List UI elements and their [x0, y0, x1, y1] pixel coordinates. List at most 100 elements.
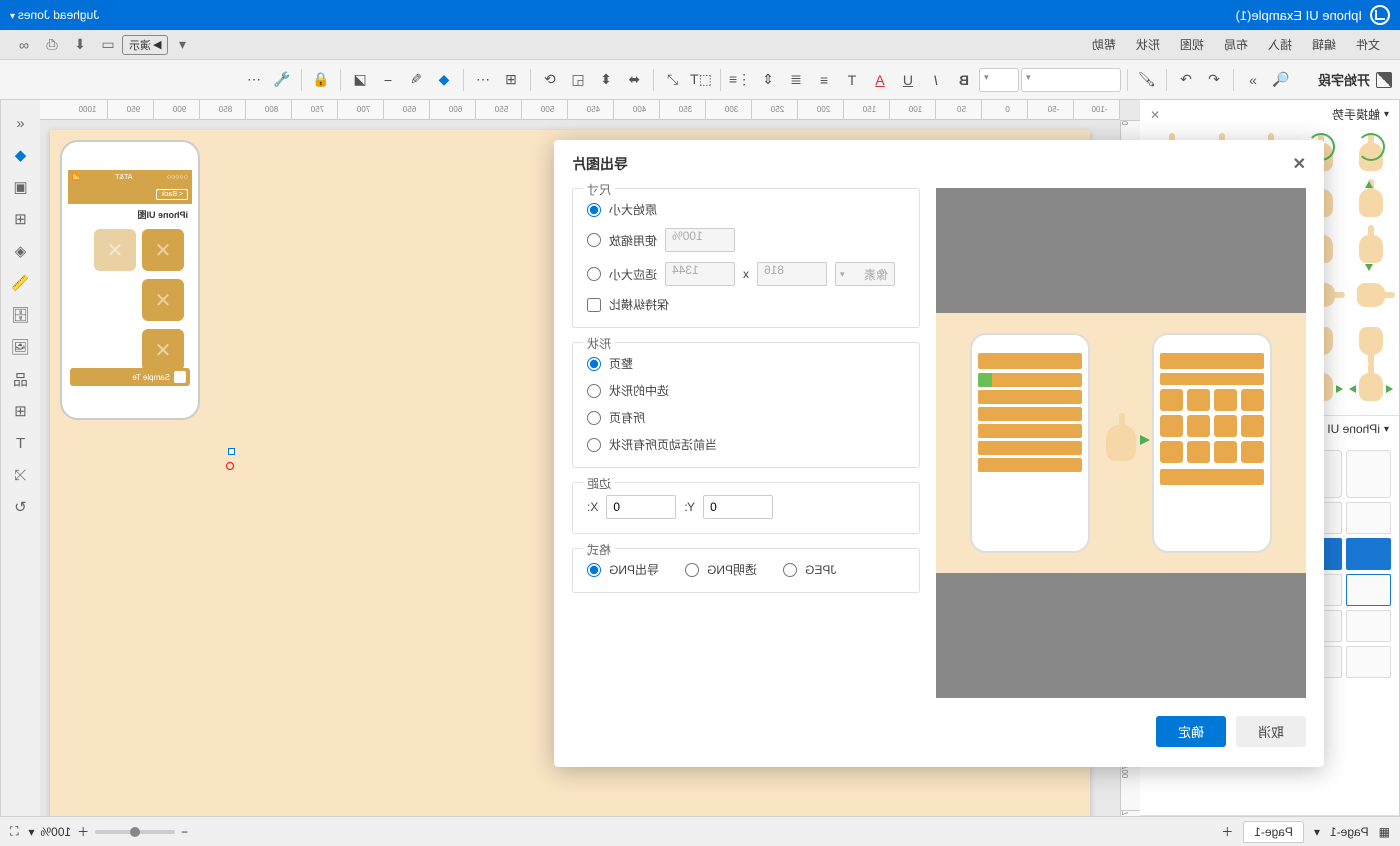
- format-tpng-radio[interactable]: [685, 563, 699, 577]
- format-jpeg-radio[interactable]: [783, 563, 797, 577]
- gesture-point-left[interactable]: [1351, 275, 1391, 315]
- cancel-button[interactable]: 取消: [1236, 716, 1306, 747]
- ui-el-6[interactable]: [1346, 538, 1391, 570]
- collapse-sidebar-icon[interactable]: «: [6, 108, 36, 138]
- range-selected-radio[interactable]: [587, 384, 601, 398]
- presentation-button[interactable]: ▶演示: [122, 35, 168, 55]
- ui-el-11[interactable]: [1346, 574, 1391, 606]
- menu-edit[interactable]: 编辑: [1302, 36, 1346, 53]
- wrench-icon[interactable]: 🔧: [269, 67, 295, 93]
- gesture-point-down[interactable]: [1351, 321, 1391, 361]
- picture-icon[interactable]: 🖼: [6, 332, 36, 362]
- more-icon[interactable]: ⋯: [241, 67, 267, 93]
- menu-shape[interactable]: 形状: [1126, 36, 1170, 53]
- align-vertical-icon[interactable]: ≣: [783, 67, 809, 93]
- height-input[interactable]: 816: [757, 262, 827, 286]
- format-png-radio[interactable]: [587, 563, 601, 577]
- search-icon[interactable]: 🔍: [1268, 67, 1294, 93]
- gestures-section-header[interactable]: ▾ 触摸手势 ✕: [1140, 100, 1399, 129]
- range-all-radio[interactable]: [587, 411, 601, 425]
- lock-icon[interactable]: 🔒: [308, 67, 334, 93]
- position-v-icon[interactable]: ⬍: [593, 67, 619, 93]
- zoom-out-icon[interactable]: −: [181, 825, 188, 839]
- present-dropdown-icon[interactable]: ▾: [172, 35, 192, 55]
- font-size-select[interactable]: [979, 68, 1019, 92]
- menu-file[interactable]: 文件: [1346, 36, 1390, 53]
- ui-el-1[interactable]: [1346, 502, 1391, 534]
- image-tool-icon[interactable]: ▣: [6, 172, 36, 202]
- layers-icon[interactable]: ◈: [6, 236, 36, 266]
- print-icon[interactable]: ⎙: [42, 35, 62, 55]
- font-family-select[interactable]: [1021, 68, 1121, 92]
- redo-icon[interactable]: ↷: [1173, 67, 1199, 93]
- gesture-6[interactable]: [1351, 367, 1391, 407]
- close-dialog-icon[interactable]: ✕: [1293, 154, 1306, 174]
- page-tab[interactable]: Page-1: [1243, 821, 1304, 843]
- line-color-icon[interactable]: ✎: [403, 67, 429, 93]
- gesture-swipe-down[interactable]: [1351, 229, 1391, 269]
- table-icon[interactable]: ⊞: [6, 396, 36, 426]
- size-icon[interactable]: ◱: [565, 67, 591, 93]
- fullscreen-icon[interactable]: ⛶: [10, 824, 18, 839]
- underline-icon[interactable]: U: [895, 67, 921, 93]
- zoom-dropdown-icon[interactable]: ▾: [28, 825, 34, 839]
- menu-layout[interactable]: 布局: [1214, 36, 1258, 53]
- line-style-icon[interactable]: ⎯: [375, 67, 401, 93]
- unit-select[interactable]: 像素: [835, 262, 895, 286]
- menu-insert[interactable]: 插入: [1258, 36, 1302, 53]
- save-icon[interactable]: ▭: [98, 35, 118, 55]
- size-original-radio[interactable]: [587, 203, 601, 217]
- ok-button[interactable]: 确定: [1156, 716, 1226, 747]
- margin-y-input[interactable]: [703, 495, 773, 519]
- selection-handle[interactable]: [228, 448, 235, 455]
- ui-el-21[interactable]: [1346, 646, 1391, 678]
- share-icon[interactable]: ∞: [14, 35, 34, 55]
- font-color-icon[interactable]: A: [867, 67, 893, 93]
- shuffle-icon[interactable]: ⤨: [6, 460, 36, 490]
- menu-view[interactable]: 视图: [1170, 36, 1214, 53]
- margin-x-input[interactable]: [606, 495, 676, 519]
- width-input[interactable]: 1344: [665, 262, 735, 286]
- menu-help[interactable]: 帮助: [1082, 36, 1126, 53]
- zoom-in-icon[interactable]: ＋: [77, 823, 89, 840]
- keep-ratio-checkbox[interactable]: [587, 298, 601, 312]
- sitemap-icon[interactable]: 品: [6, 364, 36, 394]
- distribute-icon[interactable]: ⋯: [470, 67, 496, 93]
- line-spacing-icon[interactable]: ⇕: [755, 67, 781, 93]
- user-menu[interactable]: Jughead Jones: [10, 8, 99, 22]
- page-dropdown-icon[interactable]: ▾: [1314, 825, 1320, 839]
- close-icon[interactable]: ✕: [1150, 108, 1160, 122]
- undo-icon[interactable]: ↶: [1201, 67, 1227, 93]
- align-left-icon[interactable]: ≡: [811, 67, 837, 93]
- range-full-radio[interactable]: [587, 357, 601, 371]
- refresh-icon[interactable]: ↻: [6, 492, 36, 522]
- iphone-mockup[interactable]: ○○○○○AT&T📶 < Back iPhone UI图 Sample Te: [60, 140, 200, 420]
- ui-phone-1[interactable]: [1346, 450, 1391, 498]
- shadow-icon[interactable]: ◪: [347, 67, 373, 93]
- zoom-slider[interactable]: [95, 830, 175, 834]
- fill-color-icon[interactable]: ◆: [431, 67, 457, 93]
- size-zoom-radio[interactable]: [587, 233, 601, 247]
- data-icon[interactable]: 🗄: [6, 300, 36, 330]
- textbox-icon[interactable]: ⬚T: [688, 67, 714, 93]
- italic-icon[interactable]: I: [923, 67, 949, 93]
- range-current-radio[interactable]: [587, 438, 601, 452]
- rotation-handle[interactable]: [226, 462, 234, 470]
- download-icon[interactable]: ⬇: [70, 35, 90, 55]
- text-size-icon[interactable]: T: [839, 67, 865, 93]
- grid-tool-icon[interactable]: ⊞: [6, 204, 36, 234]
- ui-el-16[interactable]: [1346, 610, 1391, 642]
- format-painter-icon[interactable]: 🖌: [1134, 67, 1160, 93]
- position-h-icon[interactable]: ⬌: [621, 67, 647, 93]
- gesture-swipe-up[interactable]: [1351, 183, 1391, 223]
- auto-text-icon[interactable]: ⤢: [660, 67, 686, 93]
- rotate-icon[interactable]: ⟳: [537, 67, 563, 93]
- align-objects-icon[interactable]: ⊞: [498, 67, 524, 93]
- collapse-panel-icon[interactable]: »: [1240, 67, 1266, 93]
- bullets-icon[interactable]: ⋮≡: [727, 67, 753, 93]
- add-page-icon[interactable]: ＋: [1221, 823, 1233, 840]
- fill-tool-icon[interactable]: ◆: [6, 140, 36, 170]
- bold-icon[interactable]: B: [951, 67, 977, 93]
- size-custom-radio[interactable]: [587, 267, 601, 281]
- text-icon[interactable]: T: [6, 428, 36, 458]
